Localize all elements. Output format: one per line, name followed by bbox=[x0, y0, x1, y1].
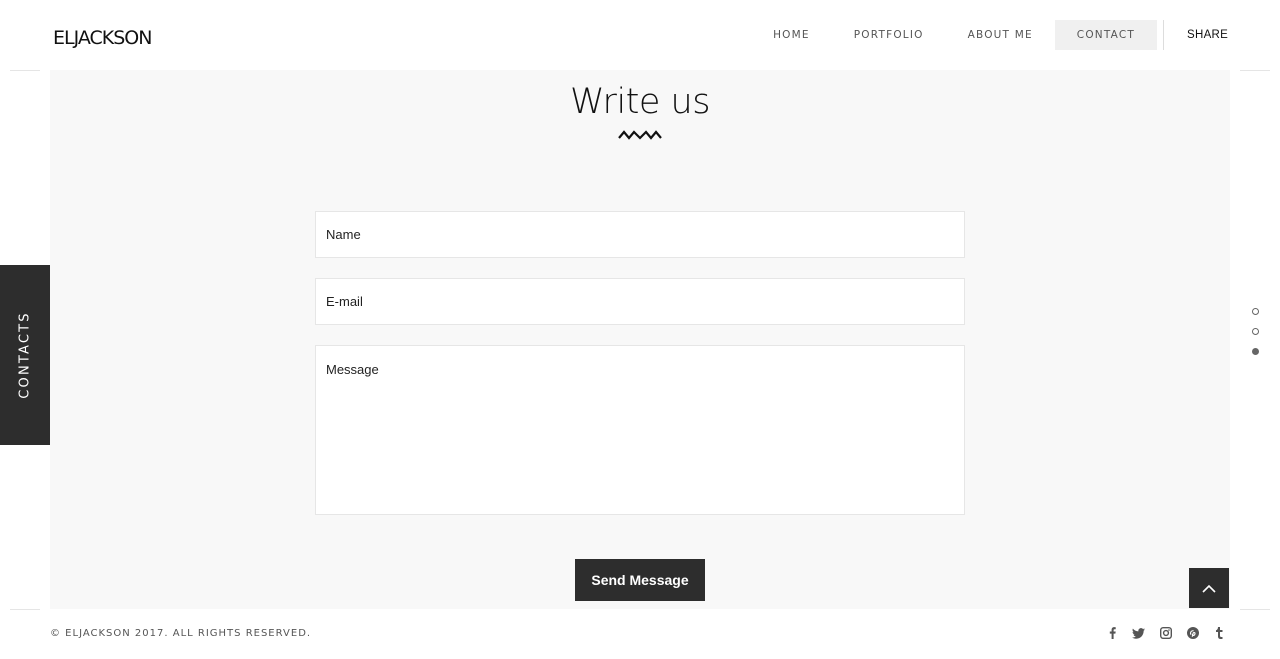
header-rule-right bbox=[1240, 70, 1270, 71]
name-field-wrapper bbox=[315, 211, 965, 258]
nav-item-about-me[interactable]: ABOUT ME bbox=[946, 20, 1055, 50]
chevron-up-icon bbox=[1202, 584, 1216, 593]
send-message-button[interactable]: Send Message bbox=[575, 559, 705, 601]
pinterest-icon[interactable] bbox=[1185, 625, 1201, 641]
tumblr-icon[interactable] bbox=[1212, 625, 1226, 641]
section-dot-1[interactable] bbox=[1252, 308, 1259, 315]
nav-item-contact[interactable]: CONTACT bbox=[1054, 20, 1157, 50]
nav-divider bbox=[1163, 20, 1164, 50]
nav-item-portfolio[interactable]: PORTFOLIO bbox=[832, 20, 946, 50]
facebook-icon[interactable] bbox=[1106, 625, 1118, 641]
site-logo[interactable]: ELJACKSON bbox=[53, 27, 152, 49]
nav-item-home[interactable]: HOME bbox=[751, 20, 832, 50]
message-field-wrapper bbox=[315, 345, 965, 515]
header-rule-left bbox=[10, 70, 40, 71]
contact-section: Write us Send Message bbox=[50, 70, 1230, 609]
main-nav: HOME PORTFOLIO ABOUT ME CONTACT bbox=[751, 20, 1157, 50]
zigzag-divider-icon bbox=[618, 130, 662, 140]
section-dot-2[interactable] bbox=[1252, 328, 1259, 335]
share-link[interactable]: SHARE bbox=[1187, 29, 1228, 41]
site-header: ELJACKSON HOME PORTFOLIO ABOUT ME CONTAC… bbox=[0, 0, 1280, 70]
scroll-to-top-button[interactable] bbox=[1189, 568, 1229, 608]
section-title: Write us bbox=[570, 82, 710, 122]
copyright-text: © ELJACKSON 2017. ALL RIGHTS RESERVED. bbox=[50, 628, 312, 639]
section-dot-3[interactable] bbox=[1252, 348, 1259, 355]
instagram-icon[interactable] bbox=[1158, 625, 1174, 641]
contacts-side-tab[interactable]: CONTACTS bbox=[0, 265, 50, 445]
name-input[interactable] bbox=[326, 212, 954, 257]
email-field-wrapper bbox=[315, 278, 965, 325]
footer-rule-left bbox=[10, 609, 40, 610]
twitter-icon[interactable] bbox=[1130, 625, 1146, 641]
side-tab-label: CONTACTS bbox=[17, 311, 33, 399]
footer-rule-right bbox=[1240, 609, 1270, 610]
message-textarea[interactable] bbox=[326, 362, 954, 502]
email-input[interactable] bbox=[326, 279, 954, 324]
